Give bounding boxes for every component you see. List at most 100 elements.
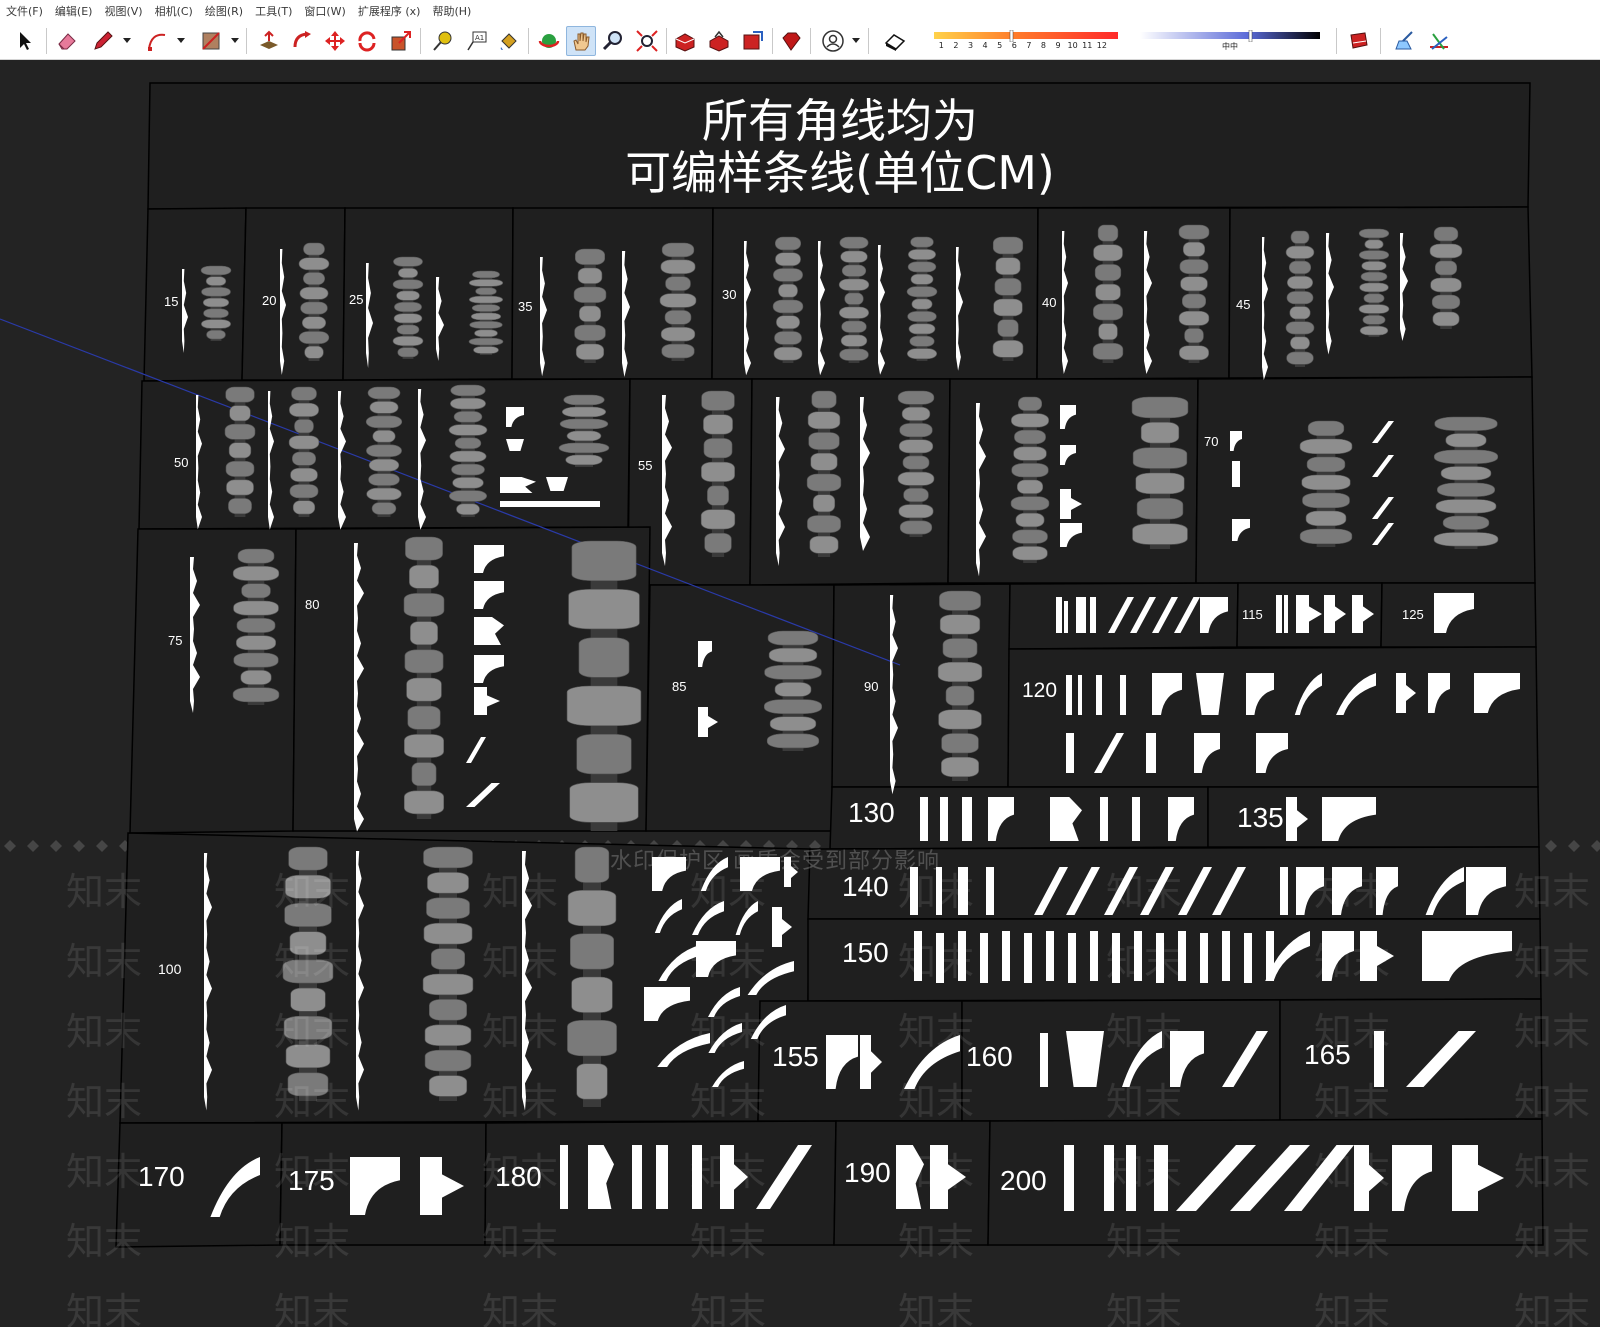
size-label-55: 55 [638, 458, 653, 473]
baluster-ring [229, 405, 251, 422]
rectangle-tool-button[interactable] [196, 26, 226, 56]
baluster-ring [1286, 291, 1314, 305]
baluster-ring [897, 390, 935, 405]
baluster-ring [565, 454, 603, 466]
menu-item-1[interactable]: 编辑(E) [55, 3, 93, 19]
ruby-console-button[interactable] [776, 26, 806, 56]
zoom-extents-tool-button[interactable] [632, 26, 662, 56]
rectangle-tool-dropdown[interactable] [231, 36, 239, 44]
baluster-ring [300, 301, 328, 315]
moulding-profile-section [1280, 867, 1288, 915]
push-pull-tool-button[interactable] [254, 26, 284, 56]
baluster-ring [396, 324, 420, 335]
baluster-ring [1014, 429, 1046, 445]
moulding-profile-section [1112, 933, 1120, 983]
gradient-slider[interactable]: 中中 [1140, 27, 1320, 55]
baluster-ring [232, 687, 280, 703]
size-label-75: 75 [168, 633, 183, 648]
size-label-140: 140 [842, 871, 889, 902]
baluster-ring [763, 699, 823, 714]
baluster-ring [773, 268, 803, 282]
hand-icon [573, 32, 590, 51]
moulding-profile-section [1002, 931, 1010, 981]
baluster-ring [839, 348, 869, 361]
zoom-extents-icon [636, 30, 658, 52]
extension-warehouse-button[interactable] [738, 26, 768, 56]
scale-tool-button[interactable] [386, 26, 416, 56]
sandbox-tool-button[interactable] [880, 26, 910, 56]
menu-item-4[interactable]: 绘图(R) [205, 3, 243, 19]
baluster-ring [397, 347, 419, 358]
arc-tool-button[interactable] [142, 26, 172, 56]
baluster-ring [908, 323, 936, 335]
baluster-ring [424, 1024, 472, 1046]
line-tool-dropdown[interactable] [123, 36, 131, 44]
line-tool-button[interactable] [88, 26, 118, 56]
baluster-ring [236, 618, 276, 633]
zoom-tool-button[interactable] [598, 26, 628, 56]
warehouse-button[interactable] [670, 26, 700, 56]
moulding-profile-section [1068, 933, 1076, 983]
follow-me-icon [293, 31, 311, 48]
rotate-tool-button[interactable] [352, 26, 382, 56]
baluster-ring [1131, 396, 1189, 419]
baluster-ring [1012, 546, 1048, 561]
baluster-ring [1305, 510, 1347, 527]
paint-bucket-tool-button[interactable] [494, 26, 524, 56]
account-button[interactable] [818, 26, 848, 56]
moulding-profile-section [1132, 797, 1140, 841]
account-dropdown[interactable] [852, 36, 860, 44]
share-model-button[interactable] [704, 26, 734, 56]
menu-item-5[interactable]: 工具(T) [255, 3, 292, 19]
tape-measure-tool-button[interactable] [428, 26, 458, 56]
eraser-tool-button[interactable] [52, 26, 82, 56]
baluster-ring [563, 394, 605, 406]
model-viewport[interactable]: 所有角线均为 可编样条线(单位CM) 15 20 25 35 30 40 45 … [0, 61, 1600, 1327]
baluster-ring [200, 265, 232, 276]
moulding-profile-section [1064, 601, 1068, 633]
menu-item-6[interactable]: 窗口(W) [304, 3, 345, 19]
baluster-ring [902, 455, 930, 470]
baluster-ring [228, 442, 252, 459]
baluster-ring [1098, 323, 1118, 341]
moulding-profile-section [1046, 931, 1054, 981]
pan-tool-button[interactable] [566, 26, 596, 56]
moulding-profile-section [1040, 1033, 1048, 1087]
section-plane-button[interactable] [1344, 26, 1374, 56]
menu-item-7[interactable]: 扩展程序 (x) [358, 3, 421, 19]
moulding-profile-section [1374, 1031, 1384, 1087]
moulding-profile-section [920, 797, 928, 841]
size-label-200: 200 [1000, 1165, 1047, 1196]
baluster-ring [1301, 474, 1351, 491]
moulding-profile-section [1154, 1145, 1168, 1211]
baluster-ring [456, 503, 480, 515]
color-scale-bar: 1 2 3 4 5 6 7 8 9 10 11 12 [934, 27, 1118, 55]
baluster-ring [911, 298, 933, 310]
baluster-ring [1358, 304, 1390, 314]
scale-number: 5 [997, 41, 1003, 50]
baluster-ring [844, 292, 864, 305]
menu-item-2[interactable]: 视图(V) [104, 3, 142, 19]
text-tool-button[interactable]: A1 [462, 26, 492, 56]
select-tool-button[interactable] [10, 26, 40, 56]
orbit-tool-button[interactable] [534, 26, 564, 56]
menu-item-3[interactable]: 相机(C) [155, 3, 193, 19]
baluster-ring [403, 593, 445, 617]
arc-tool-dropdown[interactable] [177, 36, 185, 44]
baluster-ring [1093, 244, 1123, 262]
axes-tool-button[interactable] [1424, 26, 1454, 56]
menu-item-8[interactable]: 帮助(H) [432, 3, 471, 19]
arrow-cursor-icon [20, 32, 31, 50]
follow-me-tool-button[interactable] [288, 26, 318, 56]
moulding-profile-section [1056, 597, 1062, 633]
clean-up-button[interactable] [1390, 26, 1420, 56]
baluster-ring [472, 270, 500, 279]
baluster-ring [812, 494, 836, 513]
baluster-ring [428, 1075, 468, 1097]
baluster-ring [1431, 294, 1461, 310]
move-tool-button[interactable] [320, 26, 350, 56]
moulding-profile-section [1146, 733, 1156, 773]
baluster-ring [806, 473, 842, 492]
menu-item-0[interactable]: 文件(F) [6, 3, 43, 19]
baluster-ring [897, 471, 935, 486]
